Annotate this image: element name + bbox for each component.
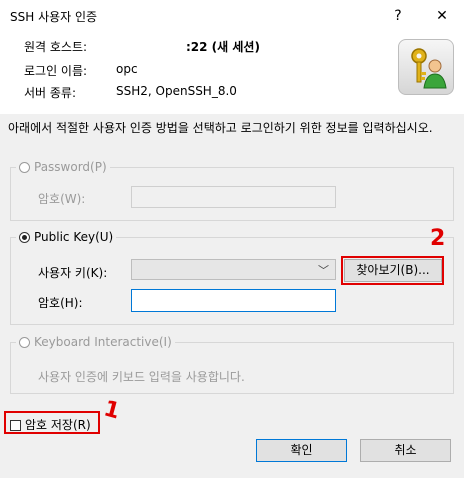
publickey-radio-label: Public Key(U) <box>34 230 114 244</box>
highlight-box-browse <box>341 256 444 285</box>
server-type-value: SSH2, OpenSSH_8.0 <box>116 84 237 98</box>
password-field-label: 암호(W): <box>38 192 86 206</box>
help-button[interactable]: ? <box>379 3 417 29</box>
password-radio-icon <box>19 162 30 173</box>
passphrase-label: 암호(H): <box>38 296 83 310</box>
chevron-down-icon: ﹀ <box>318 264 329 277</box>
login-label: 로그인 이름: <box>24 64 88 78</box>
password-input[interactable] <box>131 186 336 208</box>
window-title: SSH 사용자 인증 <box>10 10 98 24</box>
keyboard-radio-icon <box>19 337 30 348</box>
publickey-radio-icon <box>19 232 30 243</box>
password-radio-label: Password(P) <box>34 160 107 174</box>
keyboard-radio-label: Keyboard Interactive(I) <box>34 335 172 349</box>
highlight-box-save-password <box>4 411 100 434</box>
password-radio[interactable]: Password(P) <box>16 160 110 174</box>
cancel-button[interactable]: 취소 <box>360 439 451 462</box>
host-value: :22 (새 세션) <box>186 40 260 54</box>
publickey-radio[interactable]: Public Key(U) <box>16 230 117 244</box>
host-label: 원격 호스트: <box>24 40 88 54</box>
user-key-select[interactable]: ﹀ <box>131 259 336 280</box>
annotation-mark-2: 2 <box>430 226 446 251</box>
login-value: opc <box>116 62 138 76</box>
key-user-icon <box>398 39 454 95</box>
instruction-text: 아래에서 적절한 사용자 인증 방법을 선택하고 로그인하기 위한 정보를 입력… <box>8 121 433 135</box>
keyboard-interactive-radio[interactable]: Keyboard Interactive(I) <box>16 335 175 349</box>
user-key-label: 사용자 키(K): <box>38 266 108 280</box>
close-button[interactable]: ✕ <box>423 3 461 29</box>
passphrase-input[interactable] <box>131 289 336 312</box>
ok-button[interactable]: 확인 <box>256 439 347 462</box>
keyboard-interactive-note: 사용자 인증에 키보드 입력을 사용합니다. <box>38 370 245 384</box>
server-type-label: 서버 종류: <box>24 86 77 100</box>
